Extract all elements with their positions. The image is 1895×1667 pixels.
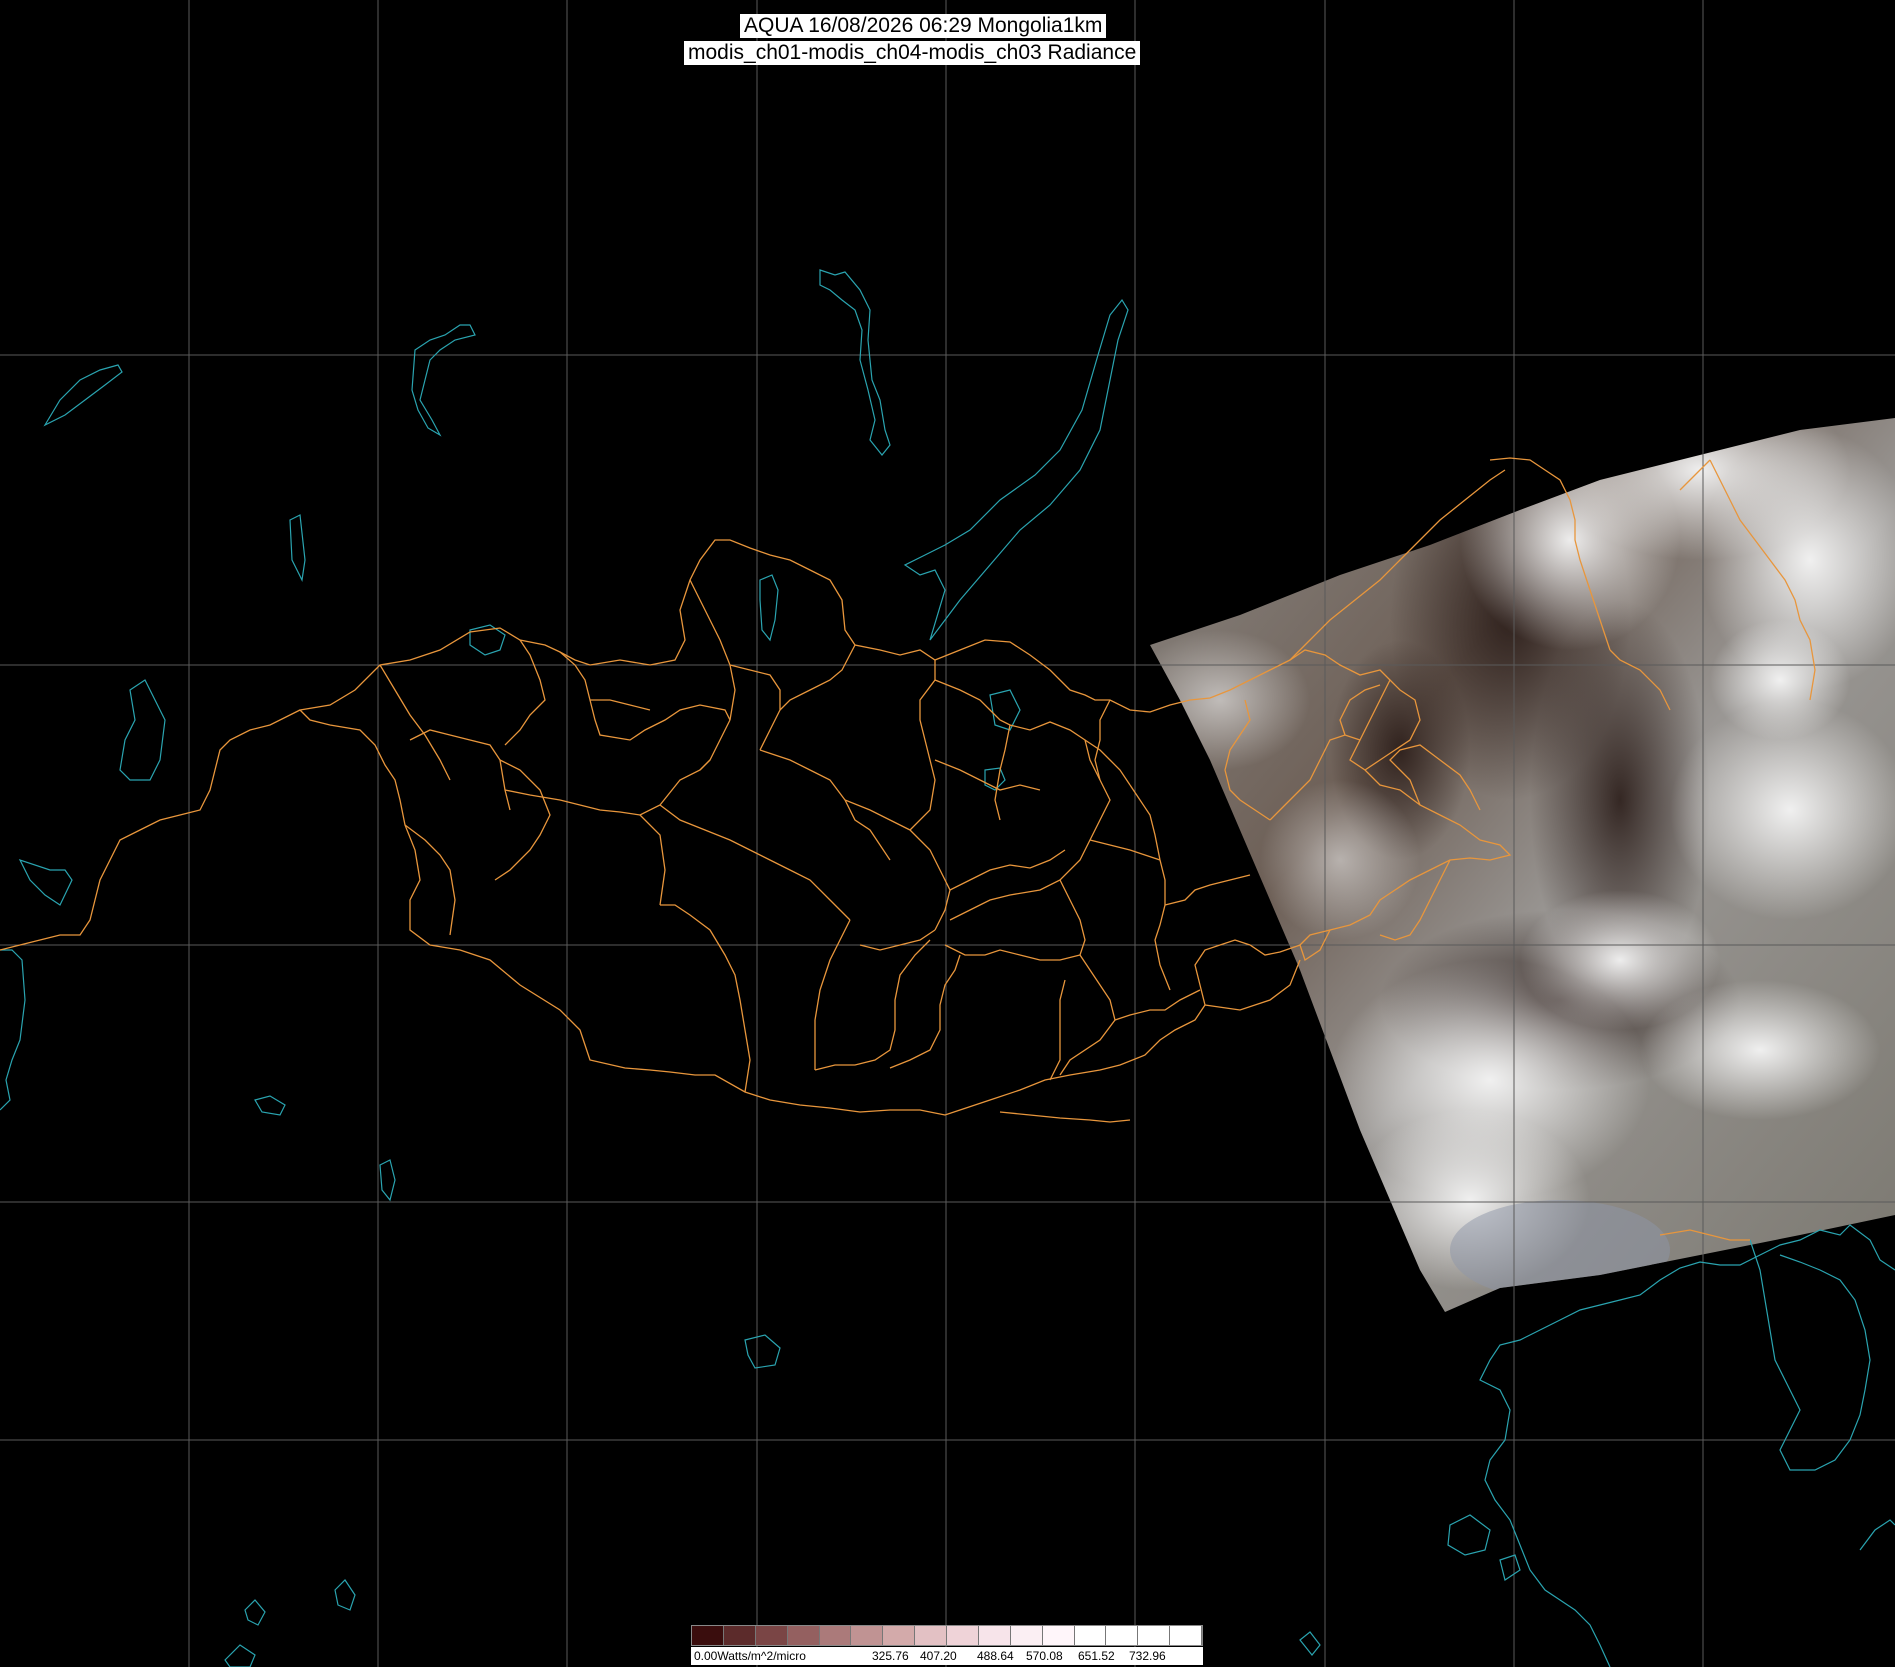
colorbar-swatch	[1170, 1626, 1202, 1645]
colorbar-swatch	[1010, 1626, 1043, 1645]
colorbar-tick-label: 651.52	[1078, 1649, 1115, 1663]
colorbar-tick-label: 325.76	[872, 1649, 909, 1663]
colorbar-swatch	[1074, 1626, 1107, 1645]
satellite-map	[0, 0, 1895, 1667]
colorbar-swatch	[915, 1626, 947, 1645]
colorbar-swatch	[1106, 1626, 1139, 1645]
colorbar-swatch	[819, 1626, 852, 1645]
colorbar-tick-label: 488.64	[977, 1649, 1014, 1663]
colorbar-swatch	[883, 1626, 916, 1645]
satellite-swath	[1150, 418, 1895, 1312]
colorbar-swatch	[947, 1626, 979, 1645]
colorbar-tick-label: 732.96	[1129, 1649, 1166, 1663]
colorbar-swatch	[692, 1626, 724, 1645]
colorbar-swatch	[723, 1626, 756, 1645]
title-line-2: modis_ch01-modis_ch04-modis_ch03 Radianc…	[684, 41, 1141, 65]
colorbar-swatch	[755, 1626, 788, 1645]
colorbar-labels: 0.00Watts/m^2/micro 325.76 407.20 488.64…	[691, 1647, 1203, 1665]
colorbar-swatch	[787, 1626, 820, 1645]
title-line-1: AQUA 16/08/2026 06:29 Mongolia1km	[740, 14, 1107, 38]
colorbar-swatch	[1138, 1626, 1171, 1645]
colorbar-tick-label: 570.08	[1026, 1649, 1063, 1663]
colorbar-unit-label: 0.00Watts/m^2/micro	[694, 1649, 806, 1663]
colorbar-strip	[691, 1625, 1203, 1646]
colorbar-swatch	[1042, 1626, 1075, 1645]
colorbar-swatch	[851, 1626, 884, 1645]
colorbar-legend: 0.00Watts/m^2/micro 325.76 407.20 488.64…	[691, 1625, 1203, 1667]
colorbar-tick-label: 407.20	[920, 1649, 957, 1663]
colorbar-swatch	[978, 1626, 1011, 1645]
